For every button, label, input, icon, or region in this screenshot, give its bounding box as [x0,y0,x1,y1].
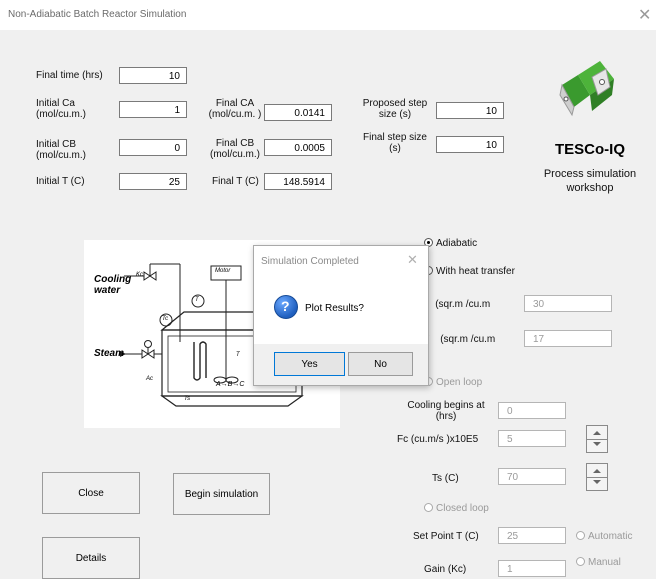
temperature-symbol: T [236,352,240,358]
dialog-message: Plot Results? [305,303,364,314]
spin-down-icon[interactable] [593,480,601,484]
question-icon: ? [274,295,298,319]
final-t-field[interactable]: 148.5914 [264,173,332,190]
cooling-begins-label: Cooling begins at (hrs) [407,400,485,422]
initial-cb-label: Initial CB (mol/cu.m.) [36,139,86,161]
brand-name: TESCo-IQ [555,141,625,158]
spin-up-icon[interactable] [593,469,601,473]
close-button[interactable]: Close [42,472,140,514]
initial-ca-label: Initial Ca (mol/cu.m.) [36,98,86,120]
steam-label: Steam [94,348,125,359]
spin-down-icon[interactable] [593,442,601,446]
begin-simulation-button[interactable]: Begin simulation [173,473,270,515]
temperature-sensor-label: T [195,297,199,303]
final-ca-field[interactable]: 0.0141 [264,104,332,121]
setpoint-label: Set Point T (C) [413,531,479,542]
yes-button[interactable]: Yes [274,352,345,376]
open-loop-label: Open loop [436,377,483,388]
manual-radio[interactable] [576,557,585,566]
final-t-label: Final T (C) [212,176,259,187]
proposed-step-field[interactable]: 10 [436,102,504,119]
closed-loop-label: Closed loop [436,503,489,514]
gain-label: Gain (Kc) [424,564,467,575]
initial-t-label: Initial T (C) [36,176,85,187]
closed-loop-radio[interactable] [424,503,433,512]
cooling-begins-field[interactable]: 0 [498,402,566,419]
no-button[interactable]: No [348,352,413,376]
brand-tagline: Process simulation workshop [543,168,637,194]
spin-up-icon[interactable] [593,431,601,435]
initial-ca-field[interactable]: 1 [119,101,187,118]
ac-v-field[interactable]: 17 [524,330,612,347]
initial-cb-field[interactable]: 0 [119,139,187,156]
window-title: Non-Adiabatic Batch Reactor Simulation [8,9,187,20]
final-time-label: Final time (hrs) [36,70,103,81]
manual-label: Manual [588,557,621,568]
dialog-title: Simulation Completed [261,256,359,267]
ts-field[interactable]: 70 [498,468,566,485]
dialog-close-icon[interactable]: ✕ [407,252,418,268]
final-step-field[interactable]: 10 [436,136,504,153]
ts-label: Ts [184,396,191,402]
setpoint-field[interactable]: 25 [498,527,566,544]
reaction-label: A→B→C [216,381,245,388]
simulation-completed-dialog: Simulation Completed ✕ ? Plot Results? Y… [253,245,429,386]
gain-field[interactable]: 1 [498,560,566,577]
final-cb-label: Final CB (mol/cu.m.) [210,138,260,160]
automatic-label: Automatic [588,531,633,542]
final-ca-label: Final CA (mol/cu.m. ) [208,98,262,120]
final-cb-field[interactable]: 0.0005 [264,139,332,156]
cooling-water-label: Cooling water [94,274,132,296]
tesco-logo [559,61,614,117]
ts-field-label: Ts (C) [432,473,459,484]
proposed-step-label: Proposed step size (s) [362,98,428,120]
automatic-radio[interactable] [576,531,585,540]
details-button[interactable]: Details [42,537,140,579]
fc-spinner[interactable] [586,425,608,453]
fc-field[interactable]: 5 [498,430,566,447]
final-time-field[interactable]: 10 [119,67,187,84]
motor-label: Motor [215,268,231,274]
final-step-label: Final step size (s) [363,132,427,154]
av-field[interactable]: 30 [524,295,612,312]
initial-t-field[interactable]: 25 [119,173,187,190]
window-close-icon[interactable]: ✕ [638,5,651,25]
adiabatic-label: Adiabatic [436,238,478,249]
tc-sensor-label: Tc [162,316,169,322]
heat-transfer-label: With heat transfer [436,266,515,277]
ts-spinner[interactable] [586,463,608,491]
ac-label: Ac [146,376,154,382]
fc-label: Fc (cu.m/s )x10E5 [397,434,479,445]
kc-label: Kc [136,272,144,278]
